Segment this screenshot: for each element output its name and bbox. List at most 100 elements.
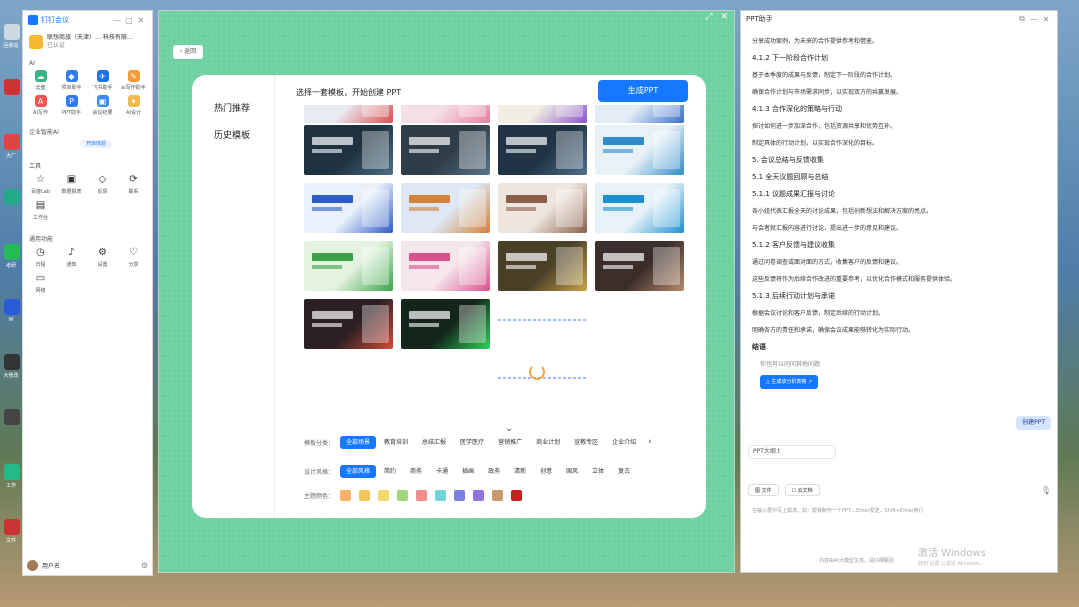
app-tile[interactable]: ⟳ 联系 [118,173,149,195]
template-card[interactable] [498,241,587,291]
chevron-right-icon[interactable]: › [648,437,652,447]
mic-icon[interactable]: 🎙︎ [1041,486,1051,495]
filter-chip[interactable]: 全部风格 [340,464,377,478]
template-card[interactable] [304,125,393,175]
filter-chip[interactable]: 企业介绍 [606,436,642,449]
app-tile[interactable]: ▣ 会议纪要 [87,95,118,116]
filter-chip[interactable]: 商务 [404,465,428,478]
enterprise-ai-badge[interactable]: 开启体验 [80,140,112,148]
app-tile[interactable]: ▣ 数据报表 [56,173,87,195]
filter-chip[interactable]: 营销推广 [492,436,528,449]
filter-chip[interactable]: 商业计划 [530,436,566,449]
close-icon[interactable]: ✕ [720,12,728,22]
app-tile[interactable]: ♡ 分享 [118,246,149,268]
filter-chip[interactable]: 清新 [508,465,532,478]
settings-icon[interactable]: ⚙ [141,561,148,570]
app-tile[interactable]: P PPT助手 [56,95,87,116]
color-swatch[interactable] [378,489,389,501]
app-tile[interactable]: ✈ 飞书助手 [87,70,118,91]
expand-icon[interactable]: ⤢ [705,12,712,22]
close-icon[interactable]: ✕ [135,16,147,25]
template-card[interactable] [401,241,490,291]
tab-hot[interactable]: 热门推荐 [214,101,250,114]
template-card[interactable] [595,125,684,175]
template-card[interactable] [595,183,684,233]
template-card[interactable] [304,241,393,291]
filter-chip[interactable]: 医学医疗 [454,436,490,449]
desktop-app-icon[interactable] [4,519,20,535]
template-card[interactable] [401,299,490,349]
color-swatch[interactable] [359,489,370,501]
tab-history[interactable]: 历史模板 [214,128,250,141]
app-tile[interactable]: ⚙ 设置 [87,246,118,268]
minimize-icon[interactable]: — [1028,15,1040,24]
desktop-app-icon[interactable] [4,189,20,205]
app-tile[interactable]: ◆ 项目助手 [56,70,87,91]
template-card[interactable] [498,125,587,175]
filter-chip[interactable]: 全部场景 [340,435,377,449]
close-icon[interactable]: ✕ [1040,15,1052,24]
filter-chip[interactable]: 复古 [612,465,636,478]
filter-chip[interactable]: 插画 [456,465,480,478]
color-swatch[interactable] [340,489,351,501]
filter-chip[interactable]: 简约 [378,465,402,478]
template-card[interactable] [304,183,393,233]
color-swatch[interactable] [511,489,522,501]
user-bar[interactable]: 用户名 ⚙ [27,558,148,572]
app-tile[interactable]: ✦ AI设计 [118,95,149,116]
template-card[interactable] [595,241,684,291]
filter-chip[interactable]: 总结汇报 [416,436,452,449]
chevron-down-icon[interactable]: ⌄ [505,423,513,434]
template-card[interactable] [595,105,684,123]
minimize-icon[interactable]: — [111,16,123,25]
filter-chip[interactable]: 宣教专区 [568,436,604,449]
color-swatch[interactable] [454,489,465,501]
template-card[interactable] [498,183,587,233]
filter-chip[interactable]: 国风 [560,465,584,478]
desktop-app-icon[interactable] [4,24,20,40]
generate-ppt-button[interactable]: 生成PPT [598,80,688,102]
app-tile[interactable]: ☁ 云盘 [25,70,56,91]
color-swatch[interactable] [492,489,503,501]
app-tile[interactable]: ☆ 百度Lab [25,173,56,195]
back-button[interactable]: ‹ 返回 [173,45,203,59]
attached-file[interactable]: PPT大纲.t [748,445,836,459]
file-button[interactable]: 图 文件 [748,484,779,496]
app-tile[interactable]: ◇ 反馈 [87,173,118,195]
app-tile[interactable]: ✎ ai写作助手 [118,70,149,91]
template-card[interactable] [304,105,393,123]
template-card[interactable] [401,125,490,175]
app-tile[interactable]: ▭ 网络 [25,272,56,294]
filter-chip[interactable]: 政务 [482,465,506,478]
share-icon[interactable]: ⧉ [1016,14,1028,24]
filter-chip[interactable]: 卡通 [430,465,454,478]
color-swatch[interactable] [435,489,446,501]
desktop-app-icon[interactable] [4,464,20,480]
template-card[interactable] [304,299,393,349]
desktop-app-icon[interactable] [4,134,20,150]
desktop-app-icon[interactable] [4,244,20,260]
app-tile[interactable]: A AI写作 [25,95,56,116]
app-tile[interactable]: ◷ 日程 [25,246,56,268]
desktop-app-icon[interactable] [4,409,20,425]
app-tile[interactable]: ▤ 工作台 [25,199,56,221]
color-swatch[interactable] [473,489,484,501]
desktop-app-icon[interactable] [4,299,20,315]
cloud-doc-button[interactable]: ☐ 云文档 [784,484,820,496]
filter-chip[interactable]: 立体 [586,465,610,478]
template-card[interactable] [498,105,587,123]
org-switcher[interactable]: 联想商旅（天津）… 科技有限… 已认证 [23,29,152,55]
filter-chip[interactable]: 创意 [534,465,558,478]
template-card[interactable] [401,183,490,233]
app-tile[interactable]: ♪ 通知 [56,246,87,268]
color-swatch[interactable] [397,489,408,501]
avatar[interactable] [27,559,38,571]
maximize-icon[interactable]: ▢ [123,16,135,25]
filter-chip[interactable]: 教育培训 [378,436,414,449]
desktop-app-icon[interactable] [4,79,20,95]
chat-input[interactable]: 在输入框中写上需求，如：帮我制作一个PPT…Enter发送，Shift+Ente… [752,507,923,514]
template-card[interactable] [401,105,490,123]
generate-table-button[interactable]: △ 生成该分析表格 ↗ [760,375,819,389]
desktop-app-icon[interactable] [4,354,20,370]
color-swatch[interactable] [416,489,427,501]
